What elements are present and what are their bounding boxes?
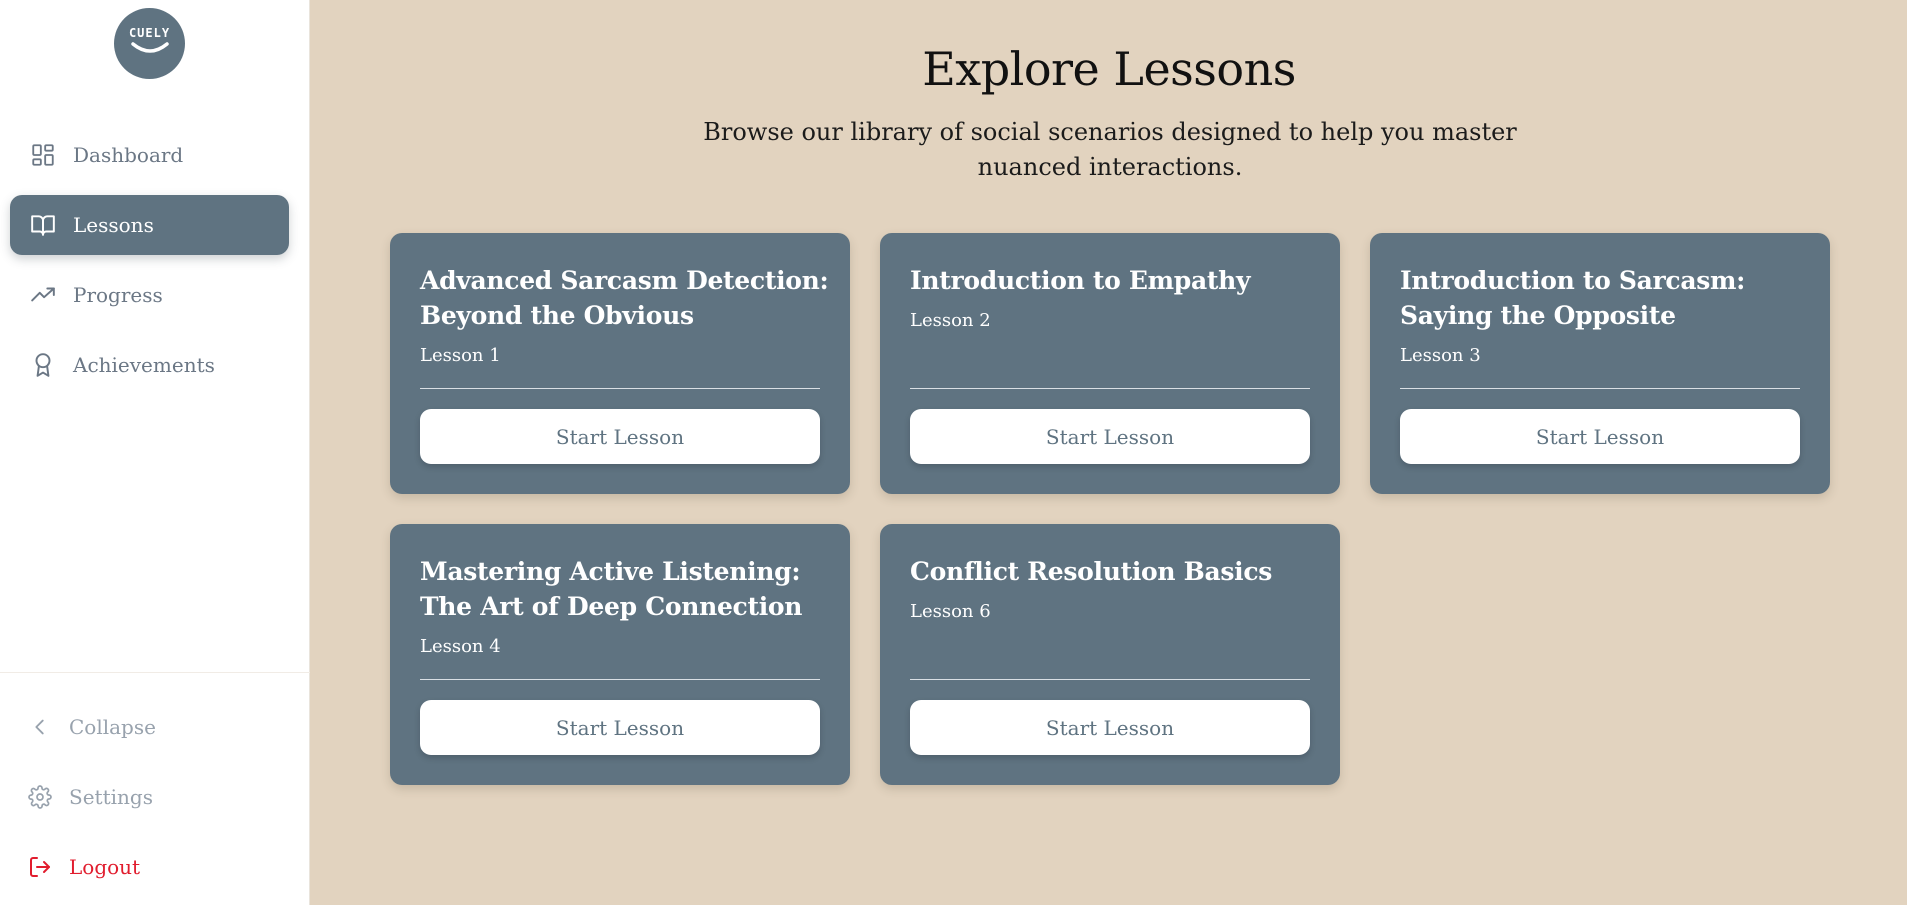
start-lesson-button[interactable]: Start Lesson xyxy=(1400,409,1800,464)
start-lesson-button[interactable]: Start Lesson xyxy=(910,409,1310,464)
book-icon xyxy=(30,212,56,238)
sidebar-item-label: Progress xyxy=(73,283,163,307)
award-icon xyxy=(30,352,56,378)
logout-label: Logout xyxy=(69,855,141,879)
sidebar-item-label: Achievements xyxy=(73,353,215,377)
page-title: Explore Lessons xyxy=(922,42,1296,96)
lesson-card: Introduction to Sarcasm: Saying the Oppo… xyxy=(1370,233,1830,494)
card-divider xyxy=(910,679,1310,680)
sidebar-divider xyxy=(0,672,310,673)
lesson-number: Lesson 1 xyxy=(420,345,501,366)
card-divider xyxy=(420,388,820,389)
lesson-number: Lesson 3 xyxy=(1400,345,1481,366)
collapse-button[interactable]: Collapse xyxy=(28,692,288,762)
start-lesson-button[interactable]: Start Lesson xyxy=(420,700,820,755)
lesson-number: Lesson 6 xyxy=(910,601,991,622)
sidebar-item-label: Lessons xyxy=(73,213,154,237)
smile-icon xyxy=(130,42,169,53)
main-content: Explore Lessons Browse our library of so… xyxy=(311,0,1907,905)
start-lesson-button[interactable]: Start Lesson xyxy=(420,409,820,464)
lesson-title: Advanced Sarcasm Detection: Beyond the O… xyxy=(420,266,829,330)
chevron-left-icon xyxy=(28,715,52,739)
lesson-card: Advanced Sarcasm Detection: Beyond the O… xyxy=(390,233,850,494)
sidebar-item-label: Dashboard xyxy=(73,143,184,167)
lesson-title: Introduction to Sarcasm: Saying the Oppo… xyxy=(1400,266,1746,330)
card-divider xyxy=(910,388,1310,389)
trending-up-icon xyxy=(30,282,56,308)
lesson-number: Lesson 4 xyxy=(420,636,501,657)
settings-button[interactable]: Settings xyxy=(28,762,288,832)
page-subtitle: Browse our library of social scenarios d… xyxy=(703,118,1517,181)
sidebar-item-progress[interactable]: Progress xyxy=(10,265,289,325)
lesson-title: Mastering Active Listening: The Art of D… xyxy=(420,557,803,621)
logo-text: CUELY xyxy=(128,26,171,40)
settings-label: Settings xyxy=(69,785,153,809)
card-divider xyxy=(420,679,820,680)
sidebar-item-dashboard[interactable]: Dashboard xyxy=(10,125,289,185)
logout-button[interactable]: Logout xyxy=(28,832,288,902)
lesson-card: Introduction to Empathy Lesson 2 Start L… xyxy=(880,233,1340,494)
sidebar: CUELY Dashboard Lessons Progress Achieve… xyxy=(0,0,310,905)
sidebar-nav: Dashboard Lessons Progress Achievements xyxy=(10,125,289,405)
lesson-title: Introduction to Empathy xyxy=(910,266,1251,295)
card-divider xyxy=(1400,388,1800,389)
lesson-card: Conflict Resolution Basics Lesson 6 Star… xyxy=(880,524,1340,785)
sidebar-item-achievements[interactable]: Achievements xyxy=(10,335,289,395)
sidebar-item-lessons[interactable]: Lessons xyxy=(10,195,289,255)
lesson-card: Mastering Active Listening: The Art of D… xyxy=(390,524,850,785)
gear-icon xyxy=(28,785,52,809)
logout-icon xyxy=(28,855,52,879)
collapse-label: Collapse xyxy=(69,715,156,739)
start-lesson-button[interactable]: Start Lesson xyxy=(910,700,1310,755)
lesson-number: Lesson 2 xyxy=(910,310,991,331)
dashboard-icon xyxy=(30,142,56,168)
app-logo[interactable]: CUELY xyxy=(114,8,185,79)
lesson-title: Conflict Resolution Basics xyxy=(910,557,1273,586)
sidebar-footer: Collapse Settings Logout xyxy=(28,692,288,902)
